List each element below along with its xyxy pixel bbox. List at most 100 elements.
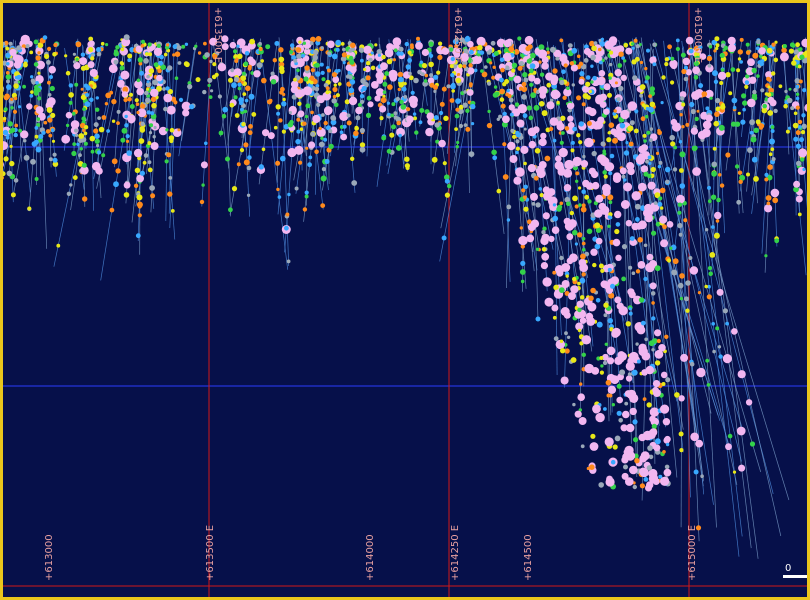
sample-marker [606, 137, 612, 143]
sample-marker [627, 125, 634, 132]
sample-marker [199, 199, 205, 205]
sample-marker [8, 41, 13, 46]
sample-marker [795, 105, 800, 110]
sample-marker [631, 271, 636, 276]
sample-marker [681, 125, 685, 129]
sample-marker [694, 116, 699, 122]
sample-marker [45, 129, 51, 134]
sample-marker [290, 80, 299, 89]
sample-marker [71, 150, 77, 157]
sample-marker [201, 183, 205, 187]
sample-marker [548, 126, 554, 132]
sample-marker [289, 50, 294, 54]
sample-marker [623, 150, 630, 156]
sample-marker [149, 185, 156, 191]
sample-marker [377, 53, 381, 57]
sample-marker [169, 127, 175, 133]
sample-marker [520, 279, 525, 284]
sample-marker [649, 127, 654, 131]
sample-marker [577, 328, 582, 333]
sample-marker [670, 56, 675, 61]
section-viewport[interactable]: +613500 E +614250 E +615000 E +613000 +6… [0, 0, 810, 600]
sample-marker [466, 89, 474, 96]
sample-marker [476, 36, 486, 47]
sample-marker [96, 47, 102, 53]
sample-marker [463, 123, 468, 127]
sample-marker [413, 77, 419, 84]
sample-marker [145, 97, 151, 104]
sample-marker [644, 337, 648, 342]
sample-marker [321, 167, 326, 172]
sample-marker [449, 64, 454, 69]
sample-marker [647, 445, 653, 451]
sample-marker [386, 58, 393, 65]
sample-marker [692, 167, 701, 176]
sample-marker [623, 464, 628, 470]
sample-marker [716, 197, 721, 203]
sample-marker [704, 284, 708, 289]
sample-marker [795, 96, 800, 101]
sample-marker [585, 75, 591, 80]
sample-marker [79, 147, 84, 151]
sample-marker [320, 46, 324, 50]
sample-marker [38, 134, 44, 139]
sample-marker [588, 167, 596, 175]
sample-marker [736, 199, 742, 205]
sample-marker [523, 161, 527, 166]
sample-marker [281, 129, 286, 134]
sample-marker [529, 63, 536, 69]
sample-marker [256, 62, 263, 69]
sample-marker [397, 87, 401, 92]
sample-marker [566, 86, 570, 91]
sample-marker [528, 140, 537, 149]
sample-marker [168, 135, 175, 141]
sample-marker [558, 287, 565, 293]
sample-marker [468, 63, 473, 68]
sample-marker [148, 68, 155, 74]
sample-marker [657, 164, 662, 169]
sample-marker [52, 157, 58, 163]
sample-marker [786, 97, 793, 104]
sample-marker [174, 51, 181, 57]
sample-marker [450, 73, 455, 78]
sample-marker [575, 171, 580, 176]
sample-marker [581, 102, 586, 107]
sample-marker [42, 35, 48, 40]
sample-marker [591, 45, 597, 52]
sample-marker [389, 74, 398, 82]
sample-marker [796, 160, 802, 167]
sample-marker [30, 78, 36, 83]
sample-marker [685, 280, 691, 286]
sample-marker [184, 42, 189, 46]
sample-marker [760, 88, 765, 93]
sample-marker [653, 201, 658, 206]
sample-marker [35, 81, 39, 85]
sample-marker [521, 188, 526, 193]
sample-marker [651, 301, 655, 305]
sample-marker [600, 280, 609, 289]
sample-marker [270, 71, 275, 76]
sample-marker [620, 200, 630, 209]
sample-marker [649, 282, 657, 290]
sample-marker [665, 442, 670, 447]
sample-marker [123, 97, 128, 103]
sample-marker [145, 52, 149, 56]
sample-marker [789, 42, 795, 48]
sample-marker [6, 84, 12, 90]
sample-marker [93, 128, 99, 134]
sample-marker [607, 385, 617, 394]
sample-marker [747, 98, 756, 108]
sample-marker [473, 55, 483, 64]
sample-marker [139, 70, 145, 76]
sample-marker [725, 152, 731, 158]
sample-marker [37, 71, 41, 75]
sample-marker [700, 474, 704, 479]
sample-marker [552, 138, 557, 143]
sample-marker [711, 225, 715, 229]
sample-marker [79, 57, 88, 66]
drillhole-section-canvas[interactable]: +613500 E +614250 E +615000 E +613000 +6… [3, 3, 807, 597]
sample-marker [13, 83, 19, 89]
sample-marker [228, 207, 233, 213]
sample-marker [380, 97, 387, 104]
sample-marker [767, 85, 771, 89]
